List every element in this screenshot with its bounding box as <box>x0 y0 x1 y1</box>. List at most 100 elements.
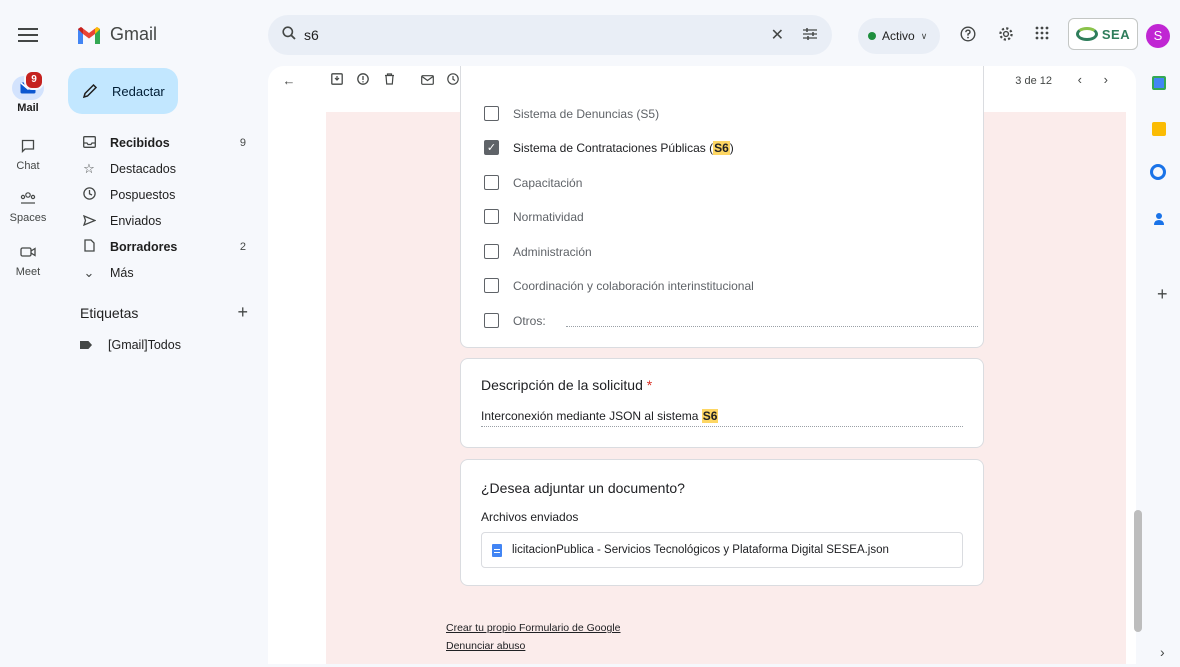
pagination-text: 3 de 12 <box>1015 75 1052 87</box>
sidebar-item-snoozed[interactable]: Pospuestos <box>68 182 258 208</box>
compose-button[interactable]: Redactar <box>68 68 178 114</box>
sidebar-item-starred[interactable]: ☆ Destacados <box>68 156 258 182</box>
apps-grid-icon[interactable] <box>1032 26 1052 44</box>
attachment-card: ¿Desea adjuntar un documento? Archivos e… <box>460 459 984 586</box>
checkbox-unchecked[interactable] <box>484 278 499 293</box>
checkbox-option[interactable]: Coordinación y colaboración interinstitu… <box>484 278 754 293</box>
rail-mail-label: Mail <box>17 102 39 114</box>
search-icon[interactable] <box>282 26 300 44</box>
search-input[interactable] <box>304 27 771 43</box>
checkbox-unchecked[interactable] <box>484 313 499 328</box>
star-icon: ☆ <box>83 161 95 176</box>
help-icon[interactable] <box>958 26 978 46</box>
checkbox-checked[interactable]: ✓ <box>484 140 499 155</box>
draft-icon <box>82 239 96 255</box>
organization-logo-mark <box>1075 27 1098 41</box>
spaces-icon <box>12 186 44 210</box>
archive-icon[interactable] <box>328 73 346 88</box>
inbox-icon <box>82 135 96 151</box>
contacts-icon[interactable] <box>1154 212 1164 226</box>
app-rail: 9 Mail Chat Spaces Meet <box>0 0 56 667</box>
checkbox-option[interactable]: Normatividad <box>484 209 584 224</box>
rail-chat-label: Chat <box>16 160 40 172</box>
sidebar-item-drafts[interactable]: Borradores 2 <box>68 234 258 260</box>
label-name: [Gmail]Todos <box>108 338 181 352</box>
rail-mail[interactable]: 9 Mail <box>0 70 56 114</box>
rail-spaces-label: Spaces <box>9 212 47 224</box>
search-highlight: S6 <box>713 140 730 155</box>
organization-logo[interactable]: SEA <box>1068 18 1138 50</box>
checkbox-option[interactable]: Otros: <box>484 313 978 328</box>
keep-icon[interactable] <box>1152 122 1166 136</box>
account-avatar[interactable]: S <box>1146 24 1170 48</box>
checkbox-option[interactable]: Administración <box>484 244 592 259</box>
option-label: Sistema de Contrataciones Públicas (S6) <box>513 140 734 155</box>
attachment-question-title: ¿Desea adjuntar un documento? <box>481 480 685 496</box>
back-arrow-icon[interactable]: ← <box>280 73 298 88</box>
calendar-icon[interactable] <box>1152 76 1166 90</box>
rail-meet[interactable]: Meet <box>0 240 56 278</box>
status-dot-icon <box>868 32 876 40</box>
option-label-text: Sistema de Contrataciones Públicas ( <box>513 140 714 155</box>
search-options-icon[interactable] <box>802 27 818 44</box>
sidebar-item-label: Destacados <box>110 162 177 176</box>
scrollbar-thumb[interactable] <box>1134 510 1142 632</box>
gmail-logo[interactable]: Gmail <box>76 24 157 45</box>
unread-count: 9 <box>239 137 246 149</box>
draft-count: 2 <box>239 241 246 253</box>
answer-text: Interconexión mediante JSON al sistema S… <box>481 409 963 427</box>
create-form-link[interactable]: Crear tu propio Formulario de Google <box>446 622 621 634</box>
rail-meet-label: Meet <box>15 266 41 278</box>
other-text-field[interactable] <box>565 315 978 327</box>
rail-chat[interactable]: Chat <box>0 134 56 172</box>
option-label: Administración <box>513 244 592 259</box>
label-item-gmail-todos[interactable]: [Gmail]Todos <box>80 338 181 352</box>
sidebar-item-inbox[interactable]: Recibidos 9 <box>68 130 258 156</box>
rail-spaces[interactable]: Spaces <box>0 186 56 224</box>
meet-icon <box>12 240 44 264</box>
sidebar-item-label: Enviados <box>110 214 162 228</box>
question-title: Descripción de la solicitud * <box>481 377 652 393</box>
add-label-icon[interactable]: + <box>237 303 248 321</box>
sidebar-item-more[interactable]: ⌄ Más <box>68 260 258 286</box>
main-menu-icon[interactable] <box>16 25 40 45</box>
report-spam-icon[interactable] <box>354 73 372 88</box>
previous-page-icon[interactable]: ‹ <box>1078 72 1082 87</box>
report-abuse-link[interactable]: Denunciar abuso <box>446 640 525 652</box>
tasks-icon[interactable] <box>1150 164 1166 180</box>
status-selector[interactable]: Activo ∨ <box>858 18 940 54</box>
chat-icon <box>12 134 44 158</box>
status-label: Activo <box>882 29 915 43</box>
option-label: Sistema de Denuncias (S5) <box>513 106 660 121</box>
get-addons-icon[interactable]: + <box>1157 284 1168 305</box>
chevron-down-icon: ⌄ <box>83 265 95 280</box>
checkbox-option[interactable]: Sistema de Denuncias (S5) <box>484 106 659 121</box>
send-icon <box>82 214 97 229</box>
mail-unread-badge: 9 <box>24 70 44 90</box>
compose-label: Redactar <box>112 83 165 99</box>
checkbox-unchecked[interactable] <box>484 106 499 121</box>
checkbox-unchecked[interactable] <box>484 209 499 224</box>
show-side-panel-icon[interactable]: › <box>1160 644 1165 660</box>
checkbox-option[interactable]: ✓ Sistema de Contrataciones Públicas (S6… <box>484 140 734 155</box>
option-label: Capacitación <box>513 175 583 190</box>
organization-logo-text: SEA <box>1101 26 1131 42</box>
checkbox-option[interactable]: Capacitación <box>484 175 582 190</box>
labels-heading: Etiquetas <box>80 305 139 321</box>
sidebar-item-sent[interactable]: Enviados <box>68 208 258 234</box>
labels-section-header: Etiquetas + <box>80 303 248 321</box>
checkbox-unchecked[interactable] <box>484 244 499 259</box>
clear-search-icon[interactable]: ✕ <box>771 25 784 45</box>
sidebar-item-label: Recibidos <box>110 136 170 150</box>
delete-trash-icon[interactable] <box>380 73 398 88</box>
sidebar-nav: Recibidos 9 ☆ Destacados Pospuestos Envi… <box>68 130 258 286</box>
settings-gear-icon[interactable] <box>996 26 1016 46</box>
attached-file[interactable]: licitacionPublica - Servicios Tecnológic… <box>481 532 963 568</box>
checkbox-unchecked[interactable] <box>484 175 499 190</box>
next-page-icon[interactable]: › <box>1104 72 1108 87</box>
question-title-text: Descripción de la solicitud <box>481 377 643 393</box>
answer-text-value: Interconexión mediante JSON al sistema <box>481 409 702 423</box>
mark-unread-icon[interactable] <box>418 73 436 88</box>
document-icon <box>492 543 502 557</box>
gmail-logo-text: Gmail <box>110 24 158 44</box>
